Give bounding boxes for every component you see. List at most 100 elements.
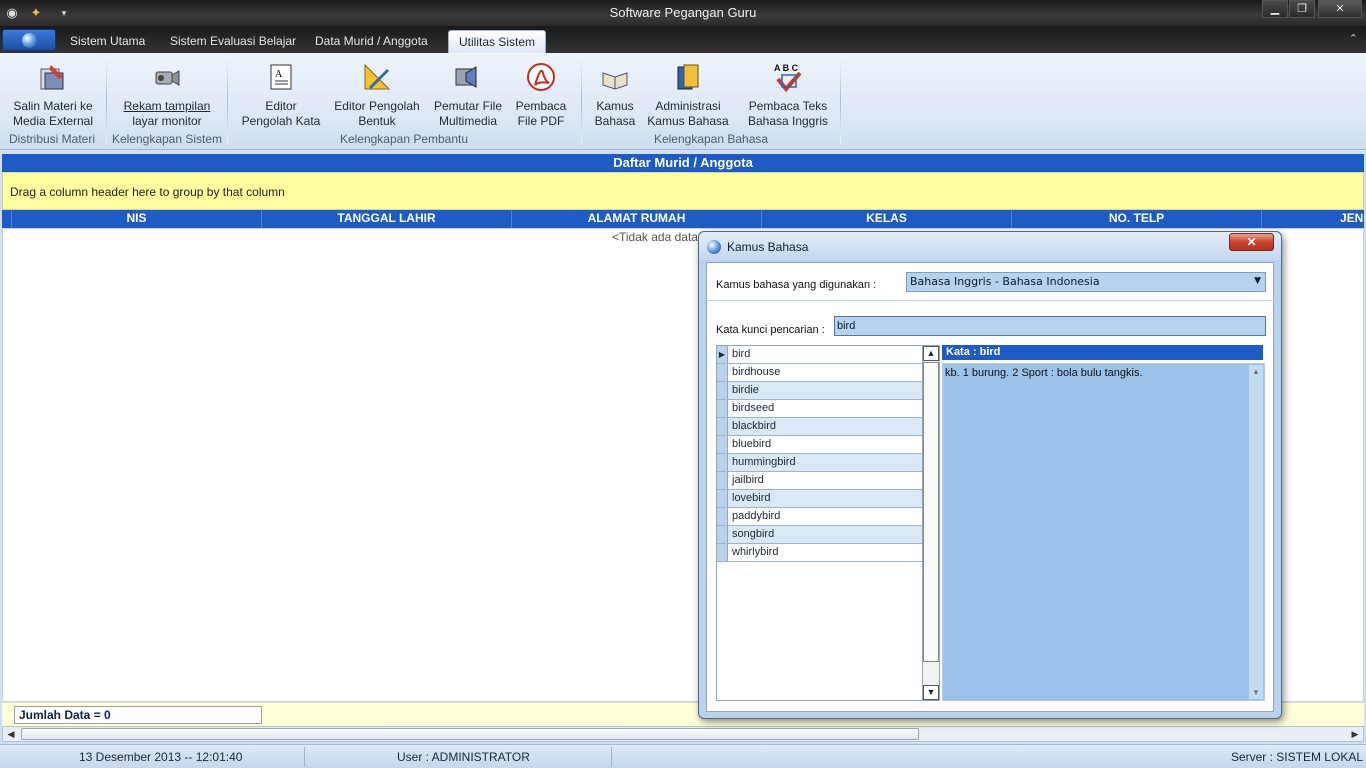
status-bar: 13 Desember 2013 -- 12:01:40 User : ADMI… (0, 744, 1366, 768)
grid-empty-message: <Tidak ada data g (612, 230, 708, 244)
grid-header: NIS TANGGAL LAHIR ALAMAT RUMAH KELAS NO.… (2, 210, 1364, 228)
minimize-button[interactable]: ▁ (1262, 0, 1288, 18)
language-select-value: Bahasa Inggris - Bahasa Indonesia (910, 275, 1100, 288)
meaning-panel[interactable]: kb. 1 burung. 2 Sport : bola bulu tangki… (942, 363, 1265, 701)
dialog-title: Kamus Bahasa (727, 240, 809, 254)
application-menu-button[interactable] (2, 29, 56, 51)
pemutar-file-multimedia-button[interactable]: Pemutar File Multimedia (430, 61, 506, 129)
group-by-panel[interactable]: Drag a column header here to group by th… (2, 172, 1364, 210)
column-header-nis[interactable]: NIS (12, 210, 262, 228)
list-item[interactable]: birdie (717, 382, 923, 400)
scroll-up-icon[interactable]: ▲ (1252, 367, 1260, 376)
row-indicator (717, 382, 728, 399)
pdf-reader-icon (527, 63, 555, 91)
row-indicator (717, 526, 728, 543)
ribbon-collapse-icon[interactable]: ⌃ (1349, 32, 1358, 45)
list-item[interactable]: paddybird (717, 508, 923, 526)
language-label: Kamus bahasa yang digunakan : (716, 279, 877, 291)
dialog-close-button[interactable]: ✕ (1229, 233, 1274, 251)
meaning-scrollbar[interactable]: ▲ ▼ (1249, 365, 1263, 699)
column-header-kelas[interactable]: KELAS (762, 210, 1012, 228)
tab-sistem-utama[interactable]: Sistem Utama (60, 30, 155, 53)
kamus-bahasa-button[interactable]: Kamus Bahasa (592, 61, 638, 129)
language-select[interactable]: Bahasa Inggris - Bahasa Indonesia ▼ (906, 272, 1266, 292)
group-kelengkapan-bahasa: Kelengkapan Bahasa (653, 132, 769, 146)
group-distribusi-materi: Distribusi Materi (8, 132, 95, 146)
list-item[interactable]: lovebird (717, 490, 923, 508)
grid-caption: Daftar Murid / Anggota (2, 154, 1364, 172)
list-item[interactable]: birdseed (717, 400, 923, 418)
scroll-down-icon[interactable]: ▼ (1252, 688, 1260, 697)
scrollbar-thumb[interactable] (21, 728, 919, 740)
word-list-scrollbar[interactable]: ▲ ▼ (922, 345, 940, 701)
list-item[interactable]: songbird (717, 526, 923, 544)
column-header-no-telp[interactable]: NO. TELP (1012, 210, 1262, 228)
scroll-down-icon[interactable]: ▼ (923, 685, 939, 700)
status-datetime: 13 Desember 2013 -- 12:01:40 (79, 750, 243, 764)
administrasi-kamus-button[interactable]: Administrasi Kamus Bahasa (646, 61, 730, 129)
ribbon-tab-bar: Sistem Utama Sistem Evaluasi Belajar Dat… (0, 26, 1366, 53)
svg-text:A B C: A B C (774, 63, 799, 73)
list-item[interactable]: jailbird (717, 472, 923, 490)
group-by-hint: Drag a column header here to group by th… (10, 185, 285, 199)
row-indicator (717, 436, 728, 453)
group-kelengkapan-sistem: Kelengkapan Sistem (111, 132, 223, 146)
status-separator (304, 747, 305, 767)
scroll-left-icon[interactable]: ◀ (3, 727, 19, 741)
copy-media-icon (40, 65, 64, 90)
books-admin-icon (677, 64, 699, 90)
list-item[interactable]: birdhouse (717, 364, 923, 382)
list-item[interactable]: ▶ bird (717, 346, 923, 364)
ribbon-separator (581, 57, 582, 145)
speaker-film-icon (455, 66, 477, 88)
window-title: Software Pegangan Guru (609, 5, 757, 20)
drawing-tools-icon (364, 63, 391, 90)
row-indicator (717, 472, 728, 489)
search-input[interactable]: bird (834, 316, 1266, 336)
title-bar: ◉ ✦ ▾ Software Pegangan Guru ▁ ❐ ✕ (0, 0, 1366, 26)
row-indicator (717, 544, 728, 561)
ribbon-panel: Salin Materi ke Media External Distribus… (0, 53, 1366, 150)
video-camera-icon (155, 70, 180, 86)
column-header-tanggal-lahir[interactable]: TANGGAL LAHIR (262, 210, 512, 228)
group-kelengkapan-pembantu: Kelengkapan Pembantu (339, 132, 469, 146)
row-selected-indicator-icon: ▶ (717, 346, 728, 363)
meaning-title: Kata : bird (942, 345, 1263, 360)
ribbon-separator (227, 57, 228, 145)
pembaca-teks-inggris-button[interactable]: A B C Pembaca Teks Bahasa Inggris (744, 61, 832, 129)
chevron-down-icon[interactable]: ▼ (1254, 276, 1261, 286)
salin-materi-button[interactable]: Salin Materi ke Media External (8, 61, 98, 129)
maximize-button[interactable]: ❐ (1289, 0, 1315, 18)
list-item[interactable]: blackbird (717, 418, 923, 436)
horizontal-scrollbar[interactable]: ◀ ▶ (2, 726, 1364, 742)
row-indicator-header (2, 210, 12, 228)
scrollbar-thumb[interactable] (923, 362, 939, 662)
column-header-alamat-rumah[interactable]: ALAMAT RUMAH (512, 210, 762, 228)
tab-data-murid[interactable]: Data Murid / Anggota (305, 30, 438, 53)
status-server: Server : SISTEM LOKAL (1230, 750, 1363, 764)
app-orb-icon (22, 33, 37, 48)
row-indicator (717, 490, 728, 507)
list-item[interactable]: whirlybird (717, 544, 923, 562)
status-user: User : ADMINISTRATOR (397, 750, 530, 764)
scroll-right-icon[interactable]: ▶ (1347, 727, 1363, 741)
list-item[interactable]: bluebird (717, 436, 923, 454)
ribbon-separator (840, 57, 841, 145)
editor-pengolah-kata-button[interactable]: A Editor Pengolah Kata (238, 61, 324, 129)
abc-check-icon: A B C (774, 63, 802, 93)
tab-sistem-evaluasi-belajar[interactable]: Sistem Evaluasi Belajar (160, 30, 306, 53)
close-window-button[interactable]: ✕ (1318, 0, 1362, 18)
dialog-title-bar[interactable]: Kamus Bahasa ✕ (699, 232, 1281, 260)
row-indicator (717, 454, 728, 471)
column-header-jenis[interactable]: JENI (1262, 210, 1364, 228)
dialog-content: Kamus bahasa yang digunakan : Bahasa Ing… (706, 262, 1275, 712)
rekam-tampilan-button[interactable]: Rekam tampilan layar monitor (120, 61, 214, 129)
meaning-text: kb. 1 burung. 2 Sport : bola bulu tangki… (945, 367, 1143, 379)
ribbon-separator (106, 57, 107, 145)
editor-pengolah-bentuk-button[interactable]: Editor Pengolah Bentuk (332, 61, 422, 129)
tab-utilitas-sistem[interactable]: Utilitas Sistem (448, 30, 547, 53)
pembaca-file-pdf-button[interactable]: Pembaca File PDF (512, 61, 570, 129)
list-item[interactable]: hummingbird (717, 454, 923, 472)
dictionary-book-icon (602, 72, 628, 90)
scroll-up-icon[interactable]: ▲ (923, 346, 939, 361)
